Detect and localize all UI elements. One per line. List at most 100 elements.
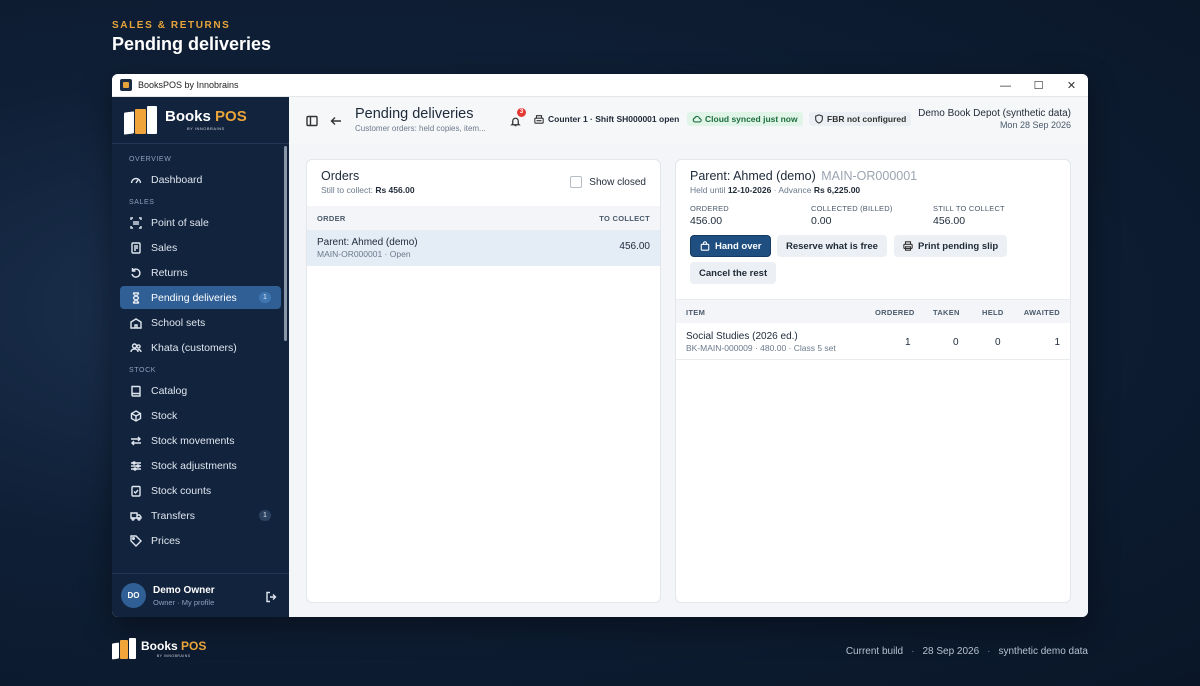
sidebar-item-label: Pending deliveries [151, 291, 237, 304]
brand-logo[interactable]: Books POS BY INNOBRAINS [112, 97, 289, 144]
user-role: Owner · My profile [153, 597, 215, 607]
sidebar-scrollbar[interactable] [284, 146, 287, 341]
sidebar-item-stock-adjustments[interactable]: Stock adjustments [120, 454, 281, 477]
users-icon [130, 342, 142, 354]
sidebar-item-label: Khata (customers) [151, 341, 237, 354]
brand-name: Books POS [165, 108, 247, 125]
sidebar-item-school-sets[interactable]: School sets [120, 311, 281, 334]
footer-meta: Current build · 28 Sep 2026 · synthetic … [846, 646, 1088, 657]
maximize-button[interactable]: ☐ [1022, 74, 1055, 97]
cancel-rest-button[interactable]: Cancel the rest [690, 262, 777, 284]
nav-section-sales: SALES [129, 199, 155, 206]
sidebar-item-label: Returns [151, 266, 188, 279]
table-row[interactable]: Social Studies (2026 ed.) BK-MAIN-000009… [676, 323, 1070, 360]
arrows-swap-icon [130, 435, 142, 447]
clipboard-check-icon [130, 485, 142, 497]
stat-collected: COLLECTED (BILLED) 0.00 [811, 204, 893, 227]
item-title: Social Studies (2026 ed.) [686, 331, 798, 342]
store-name: Demo Book Depot (synthetic data) [918, 108, 1071, 119]
show-closed-label: Show closed [589, 176, 646, 188]
sidebar-item-catalog[interactable]: Catalog [120, 379, 281, 402]
table-row[interactable]: Parent: Ahmed (demo) MAIN-OR000001 · Ope… [307, 230, 660, 266]
orders-title: Orders [321, 169, 360, 183]
column-header-order[interactable]: ORDER [317, 214, 346, 223]
books-logo-icon [112, 638, 138, 660]
sidebar-toggle-icon[interactable] [306, 114, 318, 127]
sidebar-item-label: Transfers [151, 509, 195, 522]
column-header-item[interactable]: ITEM [686, 308, 705, 317]
reserve-button[interactable]: Reserve what is free [777, 235, 887, 257]
orders-panel: Orders Still to collect: Rs 456.00 Show … [306, 159, 661, 603]
footer-note: synthetic demo data [998, 646, 1089, 657]
sidebar-item-khata[interactable]: Khata (customers) [120, 336, 281, 359]
order-amount: 456.00 [619, 241, 650, 252]
sidebar-item-label: Catalog [151, 384, 188, 397]
footer-logo: Books POS BY INNOBRAINS [112, 638, 206, 660]
back-arrow-icon[interactable] [330, 114, 342, 126]
column-header-ordered[interactable]: ORDERED [875, 308, 915, 317]
book-icon [130, 385, 142, 397]
page-subtitle: Customer orders: held copies, item... [355, 124, 486, 133]
register-icon [534, 115, 544, 124]
app-window: BooksPOS by Innobrains — ☐ ✕ Books POS B… [112, 74, 1088, 617]
sidebar-item-label: Point of sale [151, 216, 209, 229]
fbr-status-badge[interactable]: FBR not configured [809, 112, 912, 126]
nav-section-stock: STOCK [129, 367, 156, 374]
show-closed-toggle[interactable]: Show closed [570, 176, 646, 188]
close-button[interactable]: ✕ [1055, 74, 1088, 97]
printer-icon [903, 241, 913, 251]
school-icon [130, 317, 142, 329]
sidebar-item-prices[interactable]: Prices [120, 529, 281, 552]
shield-icon [815, 114, 823, 124]
sidebar-item-returns[interactable]: Returns [120, 261, 281, 284]
box-icon [130, 409, 142, 422]
footer-date: 28 Sep 2026 [922, 646, 980, 657]
item-meta: BK-MAIN-000009 · 480.00 · Class 5 set [686, 343, 836, 353]
print-slip-button[interactable]: Print pending slip [894, 235, 1008, 257]
store-date: Mon 28 Sep 2026 [999, 120, 1071, 130]
counter-label: Counter 1 · Shift SH000001 open [548, 114, 680, 124]
column-header-held[interactable]: HELD [982, 308, 1004, 317]
logout-icon[interactable] [265, 590, 277, 608]
stat-still-to-collect: STILL TO COLLECT 456.00 [933, 204, 1005, 227]
item-ordered: 1 [905, 337, 911, 348]
sync-label: Cloud synced just now [705, 114, 798, 124]
nav-section-overview: OVERVIEW [129, 156, 172, 163]
minimize-button[interactable]: — [989, 74, 1022, 97]
sidebar-item-point-of-sale[interactable]: Point of sale [120, 211, 281, 234]
footer-build: Current build [845, 646, 904, 657]
user-profile[interactable]: DO Demo Owner Owner · My profile [112, 573, 289, 617]
footer-brand-sub: BY INNOBRAINS [156, 654, 191, 658]
orders-subtitle: Still to collect: Rs 456.00 [321, 185, 415, 195]
footer-separator: · [911, 646, 915, 657]
page-title: Pending deliveries [355, 106, 474, 122]
column-header-taken[interactable]: TAKEN [933, 308, 960, 317]
hero-kicker: SALES & RETURNS [112, 20, 231, 31]
order-code: MAIN-OR000001 [821, 169, 918, 183]
show-closed-checkbox[interactable] [570, 176, 583, 188]
sidebar-item-label: Stock movements [151, 434, 235, 447]
barcode-scan-icon [130, 216, 142, 229]
app-icon [120, 79, 132, 91]
sidebar-item-transfers[interactable]: Transfers 1 [120, 504, 281, 527]
notification-badge: 3 [517, 108, 526, 117]
sidebar-item-label: Dashboard [151, 173, 203, 186]
sidebar-item-dashboard[interactable]: Dashboard [120, 168, 281, 191]
store-info: Demo Book Depot (synthetic data) Mon 28 … [918, 108, 1071, 130]
count-badge: 1 [259, 292, 271, 303]
sync-status-badge: Cloud synced just now [687, 112, 803, 126]
sidebar-item-stock[interactable]: Stock [120, 404, 281, 427]
counter-status[interactable]: Counter 1 · Shift SH000001 open [534, 114, 679, 124]
truck-icon [130, 510, 142, 522]
window-controls: — ☐ ✕ [989, 74, 1088, 97]
page-header: Pending deliveries Customer orders: held… [289, 97, 1088, 144]
sidebar-item-sales[interactable]: Sales [120, 236, 281, 259]
sidebar: Books POS BY INNOBRAINS OVERVIEW Dashboa… [112, 97, 289, 617]
hand-over-button[interactable]: Hand over [690, 235, 772, 257]
bag-icon [700, 241, 710, 251]
sidebar-item-stock-movements[interactable]: Stock movements [120, 429, 281, 452]
sidebar-item-pending-deliveries[interactable]: Pending deliveries 1 [120, 286, 281, 309]
column-header-awaited[interactable]: AWAITED [1024, 308, 1060, 317]
column-header-to-collect[interactable]: TO COLLECT [599, 214, 650, 223]
sidebar-item-stock-counts[interactable]: Stock counts [120, 479, 281, 502]
